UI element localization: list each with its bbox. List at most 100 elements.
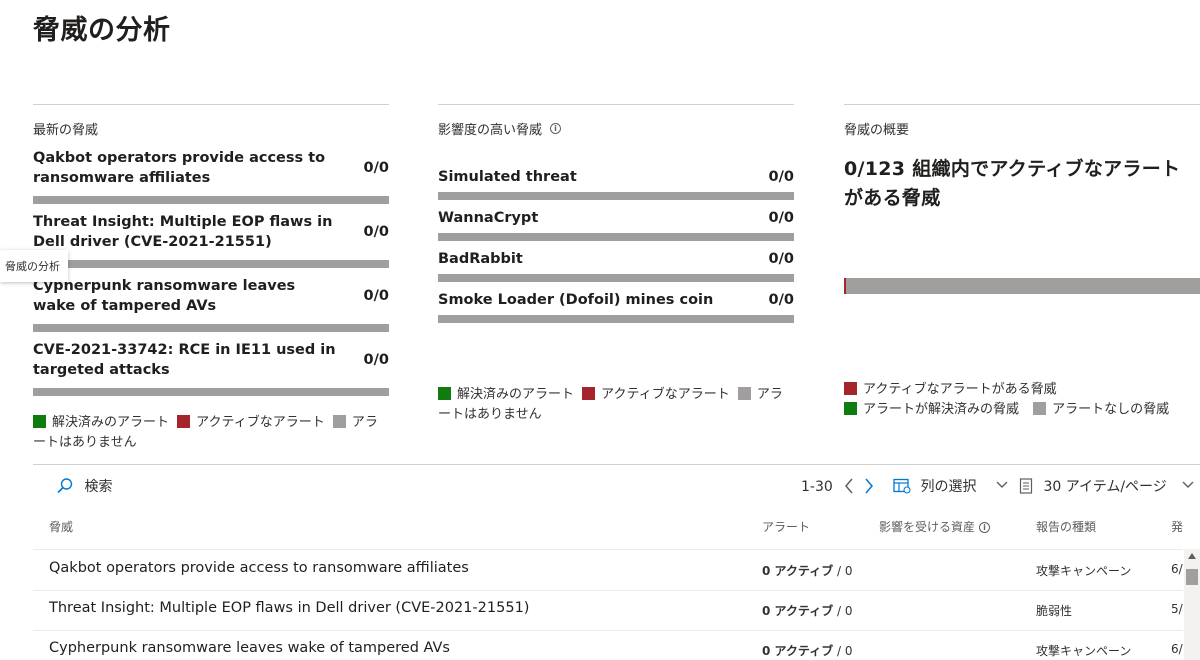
high-impact-title-text: 影響度の高い脅威 (438, 123, 543, 138)
threat-item-count: 0/0 (363, 160, 389, 176)
threat-item[interactable]: BadRabbit 0/0 (438, 249, 794, 269)
prev-page-button[interactable] (843, 476, 855, 499)
row-report-type: 攻撃キャンペーン (1036, 564, 1132, 578)
threat-item-name[interactable]: Threat Insight: Multiple EOP flaws in De… (33, 212, 389, 252)
col-header-assets[interactable]: 影響を受ける資産 i (879, 518, 991, 535)
page-size-button[interactable]: 30 アイテム/ページ (1019, 476, 1195, 498)
overview-card: 脅威の概要 0/123 組織内でアクティブなアラートがある脅威 アクティブなアラ… (844, 104, 1200, 434)
threat-item[interactable]: CVE-2021-33742: RCE in IE11 used in targ… (33, 340, 389, 380)
overview-title: 脅威の概要 (844, 123, 910, 138)
page-range: 1-30 (801, 479, 833, 495)
col-header-published[interactable]: 発 (1171, 518, 1183, 535)
row-alerts-total: / 0 (837, 644, 853, 658)
search-label: 検索 (84, 479, 113, 495)
section-divider (33, 464, 1200, 465)
threat-item[interactable]: WannaCrypt 0/0 (438, 208, 794, 228)
threat-item-name[interactable]: BadRabbit (438, 249, 794, 269)
threat-item[interactable]: Qakbot operators provide access to ranso… (33, 148, 389, 188)
threat-item-count: 0/0 (768, 210, 794, 226)
legend-none: アラートなしの脅威 (1052, 402, 1170, 417)
threat-item[interactable]: Simulated threat 0/0 (438, 167, 794, 187)
col-header-assets-label: 影響を受ける資産 (879, 520, 976, 534)
threat-item-count: 0/0 (768, 251, 794, 267)
table-scrollbar[interactable] (1184, 549, 1200, 660)
table-row[interactable]: Threat Insight: Multiple EOP flaws in De… (33, 590, 1183, 631)
page-title: 脅威の分析 (33, 15, 171, 46)
legend-swatch-resolved (438, 387, 451, 400)
alert-bar (438, 315, 794, 323)
search-button[interactable]: 検索 (56, 476, 112, 498)
column-select-label: 列の選択 (920, 479, 977, 495)
row-report-type: 脆弱性 (1036, 604, 1073, 618)
row-threat-name[interactable]: Threat Insight: Multiple EOP flaws in De… (49, 600, 529, 616)
overview-bar (844, 278, 1200, 294)
legend-active: アクティブなアラートがある脅威 (863, 382, 1057, 397)
alert-bar (438, 274, 794, 282)
alert-bar (33, 260, 389, 268)
scroll-thumb[interactable] (1186, 569, 1198, 585)
row-alerts-active: 0 アクティブ (762, 604, 834, 618)
threat-item-count: 0/0 (768, 292, 794, 308)
table-row[interactable]: Cypherpunk ransomware leaves wake of tam… (33, 630, 1183, 660)
latest-threats-card: 最新の脅威 Qakbot operators provide access to… (33, 104, 389, 453)
threat-item[interactable]: Smoke Loader (Dofoil) mines coin 0/0 (438, 290, 794, 310)
col-header-report-type[interactable]: 報告の種類 (1036, 518, 1096, 535)
high-impact-legend: 解決済みのアラート アクティブなアラート アラートはありません (438, 385, 794, 425)
threat-item-name[interactable]: Smoke Loader (Dofoil) mines coin (438, 290, 794, 310)
threat-item-name[interactable]: WannaCrypt (438, 208, 794, 228)
overview-headline: 0/123 組織内でアクティブなアラートがある脅威 (844, 158, 1181, 209)
threat-item-name[interactable]: CVE-2021-33742: RCE in IE11 used in targ… (33, 340, 389, 380)
row-published: 6/ (1171, 642, 1183, 656)
row-threat-name[interactable]: Cypherpunk ransomware leaves wake of tam… (49, 640, 450, 656)
info-icon[interactable]: i (550, 123, 562, 134)
threat-item[interactable]: Threat Insight: Multiple EOP flaws in De… (33, 212, 389, 252)
threat-item-name[interactable]: Simulated threat (438, 167, 794, 187)
row-report-type: 攻撃キャンペーン (1036, 644, 1132, 658)
page-size-label: 30 アイテム/ページ (1043, 479, 1167, 495)
row-alerts-total: / 0 (837, 564, 853, 578)
alert-bar (33, 388, 389, 396)
chevron-down-icon (996, 481, 1008, 488)
scroll-up-arrow[interactable] (1188, 553, 1196, 559)
legend-active: アクティブなアラート (601, 387, 730, 402)
threat-item-name[interactable]: Cypherpunk ransomware leaves wake of tam… (33, 276, 389, 316)
latest-threats-title: 最新の脅威 (33, 123, 99, 138)
threat-item-count: 0/0 (768, 169, 794, 185)
chevron-left-icon (845, 478, 853, 494)
high-impact-title: 影響度の高い脅威 i (438, 119, 794, 139)
row-threat-name[interactable]: Qakbot operators provide access to ranso… (49, 560, 469, 576)
overview-legend: アクティブなアラートがある脅威 アラートが解決済みの脅威 アラートなしの脅威 (844, 380, 1200, 420)
search-icon (57, 478, 73, 494)
row-published: 5/ (1171, 602, 1183, 616)
legend-swatch-none (332, 415, 346, 428)
column-select-button[interactable]: 列の選択 (893, 476, 1009, 498)
legend-swatch-none (1033, 402, 1047, 415)
row-alerts: 0 アクティブ / 0 (762, 642, 853, 659)
row-alerts-active: 0 アクティブ (762, 564, 834, 578)
legend-swatch-none (737, 387, 751, 400)
threat-item[interactable]: Cypherpunk ransomware leaves wake of tam… (33, 276, 389, 316)
alert-bar (33, 324, 389, 332)
page-icon (1019, 478, 1033, 494)
overview-bar-active (844, 278, 846, 294)
chevron-down-icon (1182, 481, 1194, 488)
row-published: 6/ (1171, 562, 1183, 576)
table-row[interactable]: Qakbot operators provide access to ranso… (33, 550, 1183, 591)
next-page-button[interactable] (863, 476, 875, 499)
col-header-threat[interactable]: 脅威 (49, 518, 73, 535)
row-alerts-total: / 0 (837, 604, 853, 618)
legend-resolved: アラートが解決済みの脅威 (863, 402, 1020, 417)
table-toolbar: 検索 1-30 列の選択 30 アイテム/ページ (0, 476, 1200, 498)
info-icon[interactable]: i (979, 522, 991, 533)
tooltip: 脅威の分析 (0, 250, 68, 282)
legend-swatch-resolved (33, 415, 46, 428)
alert-bar (33, 196, 389, 204)
legend-resolved: 解決済みのアラート (52, 415, 170, 430)
legend-swatch-resolved (844, 402, 857, 415)
legend-swatch-active (582, 387, 596, 400)
row-alerts-active: 0 アクティブ (762, 644, 834, 658)
card-divider (844, 104, 1200, 105)
threat-item-name[interactable]: Qakbot operators provide access to ranso… (33, 148, 389, 188)
col-header-alerts[interactable]: アラート (762, 518, 810, 535)
row-alerts: 0 アクティブ / 0 (762, 562, 853, 579)
